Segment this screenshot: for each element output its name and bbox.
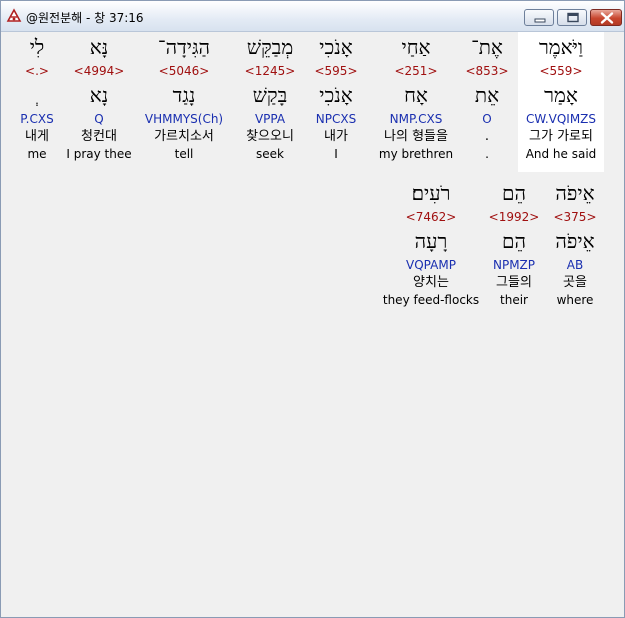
korean-gloss: 내게 — [25, 129, 49, 144]
minimize-button[interactable] — [524, 9, 554, 26]
strong-number[interactable]: <5046> — [140, 62, 228, 80]
word-block[interactable]: נָּא <4994> נָא Q 청컨대 I pray thee — [58, 32, 140, 163]
korean-gloss: 그가 가로되 — [529, 129, 593, 144]
lemma-word: הֵם — [502, 229, 526, 253]
lemma-word: אָמַר — [544, 83, 578, 107]
english-gloss: seek — [256, 147, 284, 161]
word-block[interactable]: רֹעִים׃ <7462> רָעָה VQPAMP 양치는 they fee… — [381, 178, 481, 309]
minimize-icon — [534, 18, 546, 23]
morphology-code: Q — [94, 112, 104, 126]
strong-number[interactable]: <251> — [373, 62, 459, 80]
hebrew-word: רֹעִים׃ — [411, 181, 451, 205]
app-icon — [6, 8, 22, 24]
close-button[interactable] — [590, 9, 622, 26]
title-bar[interactable]: @원전분해 - 창 37:16 — [1, 1, 624, 32]
korean-gloss: 곳을 — [563, 275, 587, 290]
word-block[interactable]: הֵם <1992> הֵם NPMZP 그들의 their — [479, 178, 549, 309]
hebrew-word: נָּא — [89, 35, 109, 59]
maximize-button[interactable] — [557, 9, 587, 26]
strong-number[interactable]: <.> — [9, 62, 65, 80]
strong-number[interactable]: <4994> — [58, 62, 140, 80]
maximize-icon — [567, 12, 579, 23]
word-block[interactable]: מְבַקֵּשׁ <1245> בָּקַשׁ VPPA 찾으오니 seek — [227, 32, 313, 163]
english-gloss: I pray thee — [66, 147, 132, 161]
morphology-code: VHMMYS(Ch) — [144, 112, 224, 126]
lemma-word: ְ — [9, 80, 65, 110]
word-block[interactable]: וַיֹּאמֶר <559> אָמַר CW.VQIMZS 그가 가로되 A… — [518, 32, 604, 172]
morphology-code: P.CXS — [20, 112, 54, 126]
english-gloss: And he said — [525, 147, 597, 161]
word-block[interactable]: לִי <.> ְ P.CXS 내게 me — [9, 32, 65, 163]
morphology-code: NPMZP — [492, 258, 536, 272]
hebrew-word: וַיֹּאמֶר — [538, 35, 584, 59]
hebrew-word: מְבַקֵּשׁ — [246, 35, 294, 59]
english-gloss: they feed-flocks — [382, 293, 480, 307]
hebrew-word: לִי — [29, 35, 45, 59]
lemma-word: נָא — [89, 83, 109, 107]
morphology-code: NMP.CXS — [389, 112, 443, 126]
english-gloss: their — [500, 293, 528, 307]
word-block[interactable]: הַגִּידָה־ <5046> נָגַד VHMMYS(Ch) 가르치소서… — [140, 32, 228, 163]
strong-number[interactable]: <7462> — [381, 208, 481, 226]
korean-gloss: 그들의 — [496, 275, 532, 290]
close-icon — [600, 12, 614, 24]
lemma-word: אֵיפֹה — [555, 229, 595, 253]
interlinear-view: וַיֹּאמֶר <559> אָמַר CW.VQIMZS 그가 가로되 A… — [9, 32, 618, 612]
lemma-word: בָּקַשׁ — [252, 83, 288, 107]
strong-number[interactable]: <1992> — [479, 208, 549, 226]
lemma-word: אָח — [404, 83, 428, 107]
strong-number[interactable]: <375> — [539, 208, 611, 226]
korean-gloss: 가르치소서 — [154, 129, 214, 144]
english-gloss: where — [556, 293, 594, 307]
strong-number[interactable]: <1245> — [227, 62, 313, 80]
word-block[interactable]: אֵיפֹה <375> אֵיפֹה AB 곳을 where — [539, 178, 611, 309]
morphology-code: VPPA — [254, 112, 286, 126]
hebrew-word: אַחַי — [401, 35, 431, 59]
korean-gloss: 양치는 — [413, 275, 449, 290]
english-gloss: tell — [174, 147, 194, 161]
window-title: @원전분해 - 창 37:16 — [26, 11, 144, 25]
lemma-word: רָעָה — [414, 229, 448, 253]
hebrew-word: הַגִּידָה־ — [157, 35, 211, 59]
hebrew-word: אֵיפֹה — [555, 181, 595, 205]
strong-number[interactable]: <559> — [518, 62, 604, 80]
morphology-code: AB — [566, 258, 584, 272]
morphology-code: VQPAMP — [406, 258, 456, 272]
hebrew-word: הֵם — [502, 181, 526, 205]
morphology-code: CW.VQIMZS — [525, 112, 597, 126]
lemma-word: נָגַד — [172, 83, 196, 107]
english-gloss: me — [27, 147, 47, 161]
korean-gloss: 청컨대 — [81, 129, 117, 144]
english-gloss: my brethren — [378, 147, 454, 161]
korean-gloss: 찾으오니 — [246, 129, 294, 144]
word-block[interactable]: אַחַי <251> אָח NMP.CXS 나의 형들을 my brethr… — [373, 32, 459, 163]
korean-gloss: 나의 형들을 — [384, 129, 448, 144]
app-window: @원전분해 - 창 37:16 וַיֹּאמֶר <559> אָמַר CW… — [0, 0, 625, 618]
